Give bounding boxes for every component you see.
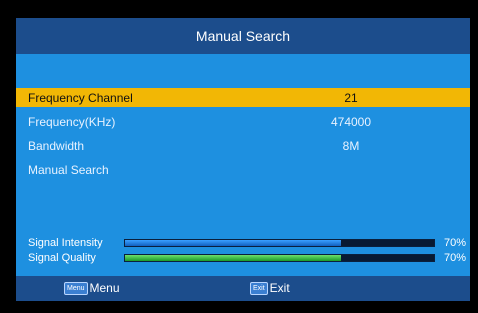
menu-button[interactable]: Menu Menu — [64, 281, 120, 295]
menu-key-icon: Menu — [64, 281, 88, 295]
signal-intensity-bar — [124, 239, 435, 247]
signal-intensity-fill — [125, 240, 342, 246]
exit-button-label: Exit — [269, 281, 290, 295]
page-title: Manual Search — [195, 28, 291, 44]
signal-quality-row: Signal Quality 70% — [16, 251, 470, 265]
signal-intensity-row: Signal Intensity 70% — [16, 236, 470, 250]
menu-item-label: Manual Search — [28, 162, 109, 177]
exit-key-icon: Exit — [250, 281, 268, 295]
signal-intensity-percent: 70% — [443, 237, 466, 249]
title-bar: Manual Search — [16, 18, 470, 54]
menu-item-value: 21 — [344, 90, 358, 105]
menu-item-frequency-khz[interactable]: Frequency(KHz) 474000 — [16, 112, 470, 131]
menu-item-bandwidth[interactable]: Bandwidth 8M — [16, 136, 470, 155]
signal-intensity-label: Signal Intensity — [28, 237, 103, 249]
footer-bar: Menu Menu Exit Exit — [16, 276, 470, 301]
menu-item-label: Frequency(KHz) — [28, 114, 116, 129]
menu-item-label: Bandwidth — [28, 138, 85, 153]
menu-item-label: Frequency Channel — [28, 90, 133, 105]
signal-quality-percent: 70% — [443, 252, 466, 264]
exit-button[interactable]: Exit Exit — [250, 281, 290, 295]
signal-quality-fill — [125, 255, 342, 261]
signal-quality-bar — [124, 254, 435, 262]
menu-button-label: Menu — [89, 281, 120, 295]
menu-item-manual-search[interactable]: Manual Search — [16, 160, 470, 179]
manual-search-screen: Manual Search Frequency Channel 21 Frequ… — [16, 18, 470, 301]
menu-item-frequency-channel[interactable]: Frequency Channel 21 — [16, 88, 470, 107]
menu-item-value: 8M — [342, 138, 360, 153]
signal-quality-label: Signal Quality — [28, 252, 96, 264]
menu-item-value: 474000 — [330, 114, 372, 129]
